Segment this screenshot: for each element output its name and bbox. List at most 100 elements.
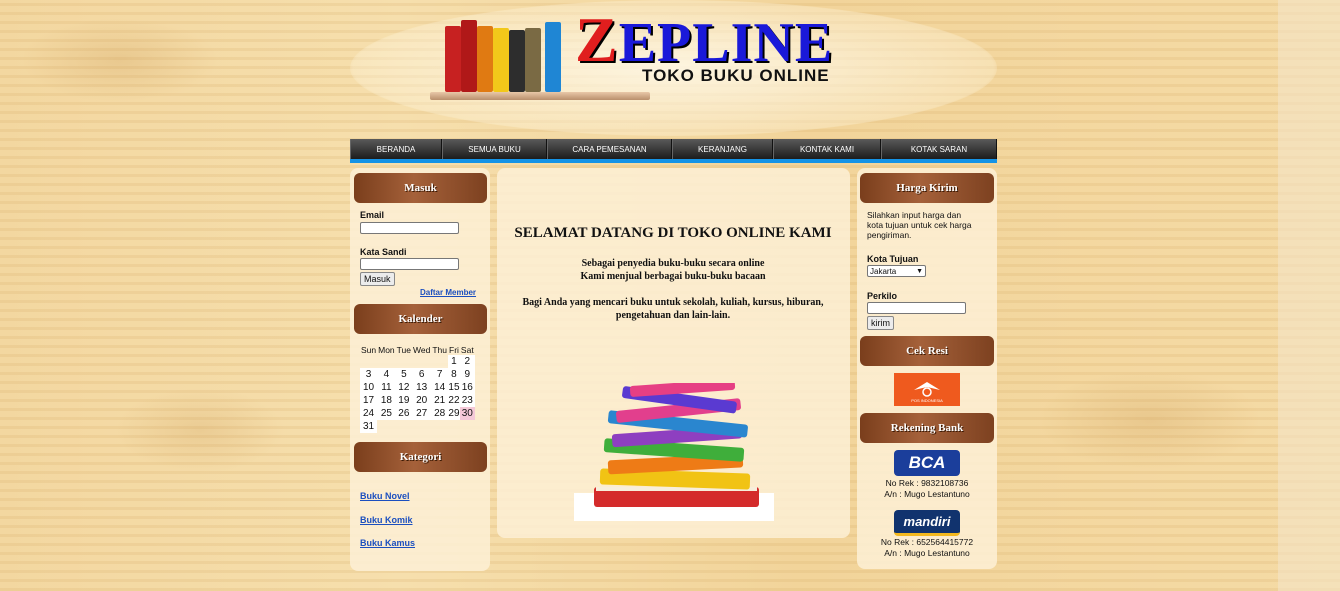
chevron-down-icon: ▼	[916, 267, 923, 275]
calendar-day[interactable]: 9	[459, 368, 475, 381]
calendar-day[interactable]: 7	[431, 368, 448, 381]
ongkir-desc-line: Silahkan input harga dan	[867, 210, 962, 220]
calendar-day[interactable]: 8	[448, 368, 460, 381]
logo-title[interactable]: ZEPLINE	[575, 8, 833, 74]
calendar-day-header: Mon	[378, 345, 395, 355]
calendar-day[interactable]: 19	[395, 394, 413, 407]
kategori-box-title: Kategori	[354, 442, 487, 472]
mandiri-account: No Rek : 652564415772 A/n : Mugo Lestant…	[857, 537, 997, 559]
ongkir-desc-line: kota tujuan untuk cek harga	[867, 220, 972, 230]
kirim-button[interactable]: kirim	[867, 316, 894, 330]
nav-kotak-saran[interactable]: KOTAK SARAN	[881, 139, 997, 159]
calendar-day[interactable]: 21	[431, 394, 448, 407]
calendar-day-header: Wed	[413, 345, 431, 355]
book-spine	[461, 20, 477, 92]
ongkir-desc-line: pengiriman.	[867, 230, 912, 240]
calendar-day[interactable]: 15	[448, 381, 460, 394]
perkilo-input[interactable]	[867, 302, 966, 314]
welcome-line: Sebagai penyedia buku-buku secara online	[581, 258, 765, 269]
calendar-day[interactable]: 3	[360, 368, 378, 381]
calendar-day[interactable]: 2	[459, 355, 475, 368]
site-header: ZEPLINE TOKO BUKU ONLINE	[350, 0, 997, 138]
calendar-day[interactable]: 1	[448, 355, 460, 368]
login-button[interactable]: Masuk	[360, 272, 395, 286]
calendar-week: 12	[360, 355, 475, 368]
calendar-empty-cell	[431, 420, 448, 433]
kategori-link-komik[interactable]: Buku Komik	[360, 515, 413, 525]
nav-semua-buku[interactable]: SEMUA BUKU	[442, 139, 547, 159]
calendar-week: 17 18 19 20 21 22 23	[360, 394, 475, 407]
pos-indonesia-logo[interactable]: POS INDONESIA	[894, 373, 960, 406]
bca-logo-text: BCA	[908, 453, 946, 472]
perkilo-label: Perkilo	[867, 291, 898, 301]
calendar-empty-cell	[396, 355, 412, 368]
email-input[interactable]	[360, 222, 459, 234]
nav-beranda[interactable]: BERANDA	[350, 139, 442, 159]
calendar-week: 10 11 12 13 14 15 16	[360, 381, 475, 394]
book-spine	[525, 28, 541, 92]
book-stack-image	[574, 383, 774, 521]
welcome-title: SELAMAT DATANG DI TOKO ONLINE KAMI	[514, 225, 832, 241]
mandiri-account-name: A/n : Mugo Lestantuno	[884, 548, 970, 558]
bca-account: No Rek : 9832108736 A/n : Mugo Lestantun…	[857, 478, 997, 500]
pos-logo-text: POS INDONESIA	[911, 398, 943, 403]
calendar-day[interactable]: 24	[360, 407, 378, 420]
calendar-day[interactable]: 10	[360, 381, 378, 394]
calendar-day[interactable]: 16	[459, 381, 475, 394]
book-spine	[493, 28, 509, 92]
calendar-empty-cell	[377, 355, 396, 368]
right-background-strip	[1278, 0, 1340, 591]
calendar-day[interactable]: 31	[360, 420, 378, 433]
book-spine	[445, 26, 461, 92]
nav-kontak-kami[interactable]: KONTAK KAMI	[773, 139, 881, 159]
password-input[interactable]	[360, 258, 459, 270]
welcome-line: Kami menjual berbagai buku-buku bacaan	[580, 271, 766, 282]
kategori-link-novel[interactable]: Buku Novel	[360, 491, 410, 501]
calendar-empty-cell	[377, 420, 396, 433]
calendar-day[interactable]: 27	[412, 407, 432, 420]
calendar-day[interactable]: 22	[448, 394, 460, 407]
nav-cara-pemesanan[interactable]: CARA PEMESANAN	[547, 139, 672, 159]
kategori-link-kamus[interactable]: Buku Kamus	[360, 538, 415, 548]
email-label: Email	[360, 210, 385, 220]
register-link[interactable]: Daftar Member	[420, 288, 476, 297]
calendar-day[interactable]: 29	[448, 407, 460, 420]
calendar-day-header: Tue	[396, 345, 412, 355]
calendar-empty-cell	[360, 355, 377, 368]
calendar-box-title: Kalender	[354, 304, 487, 334]
nav-keranjang[interactable]: KERANJANG	[672, 139, 773, 159]
book-spine	[545, 22, 561, 92]
ongkir-box-title: Harga Kirim	[860, 173, 994, 203]
bca-logo: BCA	[894, 450, 960, 476]
resi-box-title: Cek Resi	[860, 336, 994, 366]
calendar-day[interactable]: 6	[412, 368, 432, 381]
calendar-empty-cell	[448, 420, 460, 433]
calendar-day[interactable]: 30	[459, 407, 475, 420]
calendar-day[interactable]: 20	[412, 394, 432, 407]
calendar-day[interactable]: 13	[412, 381, 432, 394]
calendar-empty-cell	[412, 420, 431, 433]
mandiri-logo-text: mandiri	[903, 514, 951, 529]
welcome-line: Bagi Anda yang mencari buku untuk sekola…	[522, 297, 824, 308]
calendar-day[interactable]: 25	[377, 407, 396, 420]
calendar-day[interactable]: 14	[431, 381, 448, 394]
calendar-empty-cell	[396, 420, 412, 433]
mandiri-account-number: No Rek : 652564415772	[880, 537, 974, 547]
logo-subtitle: TOKO BUKU ONLINE	[642, 66, 830, 85]
calendar-day[interactable]: 18	[377, 394, 396, 407]
ongkir-description: Silahkan input harga dan kota tujuan unt…	[867, 210, 991, 240]
calendar-day[interactable]: 11	[377, 381, 396, 394]
calendar-day[interactable]: 4	[377, 368, 396, 381]
calendar-day-header: Thu	[432, 345, 447, 355]
calendar-day[interactable]: 17	[360, 394, 378, 407]
calendar-day[interactable]: 28	[431, 407, 448, 420]
welcome-line: pengetahuan dan lain-lain.	[615, 310, 731, 321]
mandiri-logo: mandiri	[894, 510, 960, 536]
calendar-day[interactable]: 5	[395, 368, 413, 381]
calendar-table: Sun Mon Tue Wed Thu Fri Sat 1 2 3 4 5 6 7 8 9 10 11 12 13 1…	[360, 345, 475, 433]
bank-box-title: Rekening Bank	[860, 413, 994, 443]
city-select[interactable]: Jakarta ▼	[867, 265, 926, 277]
calendar-day[interactable]: 26	[395, 407, 413, 420]
calendar-day[interactable]: 12	[395, 381, 413, 394]
calendar-day[interactable]: 23	[459, 394, 475, 407]
